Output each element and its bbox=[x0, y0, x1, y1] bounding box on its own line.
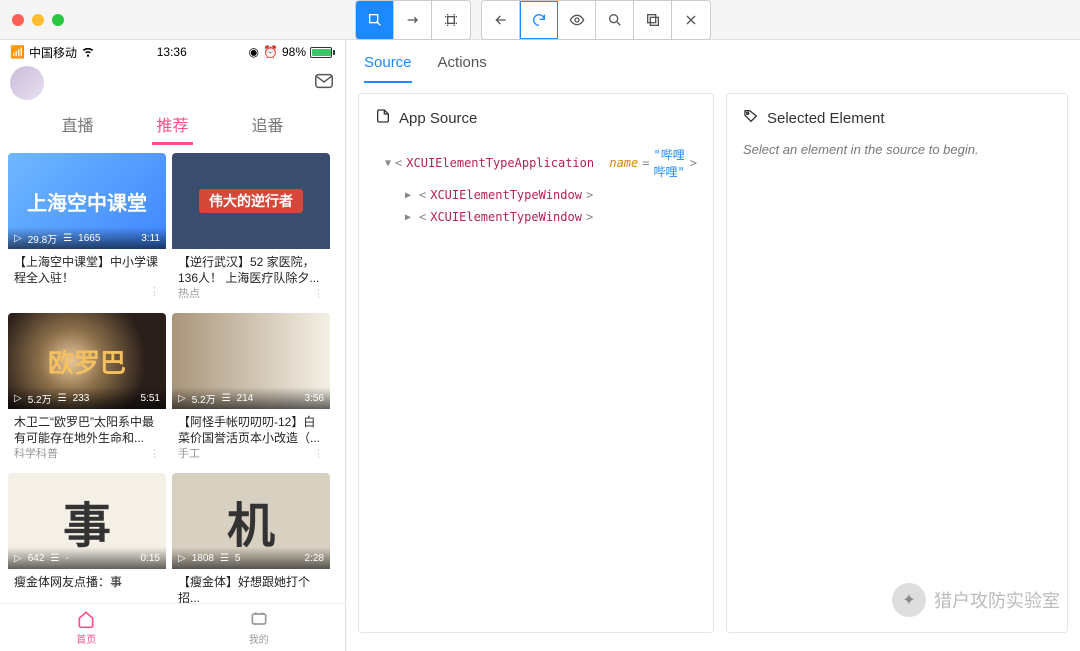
app-window: 📶 中国移动 13:36 ◉ ⏰ 98% 直播 推荐 追番 bbox=[0, 0, 1080, 651]
wechat-icon: ✦ bbox=[892, 583, 926, 617]
nav-home[interactable]: 首页 bbox=[76, 609, 96, 646]
video-card[interactable]: ▷5.2万☰2143:56 【阿怪手帐叨叨叨-12】白菜价国誉活页本小改造（..… bbox=[172, 313, 330, 467]
more-icon[interactable]: ⋮ bbox=[149, 285, 160, 298]
status-bar: 📶 中国移动 13:36 ◉ ⏰ 98% bbox=[0, 40, 345, 60]
video-card[interactable]: 欧罗巴 ▷5.2万☰2335:51 木卫二“欧罗巴”太阳系中最有可能存在地外生命… bbox=[8, 313, 166, 467]
tag-icon bbox=[743, 108, 759, 128]
inspector-pane: Source Actions App Source ▼<XCUIElementT… bbox=[346, 40, 1080, 651]
device-preview: 📶 中国移动 13:36 ◉ ⏰ 98% 直播 推荐 追番 bbox=[0, 40, 346, 651]
titlebar bbox=[0, 0, 1080, 40]
more-icon[interactable]: ⋮ bbox=[313, 287, 324, 300]
tap-coords-button[interactable] bbox=[432, 1, 470, 39]
select-element-button[interactable] bbox=[356, 1, 394, 39]
inspector-tabs: Source Actions bbox=[358, 40, 1068, 83]
close-window-button[interactable] bbox=[12, 14, 24, 26]
battery-icon bbox=[310, 47, 335, 58]
clock-label: 13:36 bbox=[157, 45, 187, 59]
video-card[interactable]: 伟大的逆行者 【逆行武汉】52 家医院，136人！ 上海医疗队除夕... 热点⋮ bbox=[172, 153, 330, 307]
tab-recommend[interactable]: 推荐 bbox=[152, 106, 192, 145]
header-row bbox=[0, 60, 345, 106]
tree-node[interactable]: ▶<XCUIElementTypeWindow> bbox=[375, 184, 697, 206]
bottom-nav: 首页 我的 bbox=[0, 603, 345, 651]
video-grid[interactable]: 上海空中课堂 ▷29.8万☰16653:11 【上海空中课堂】中小学课程全入驻！… bbox=[0, 145, 345, 605]
copy-button[interactable] bbox=[634, 1, 672, 39]
alarm-icon: ⏰ bbox=[263, 45, 278, 59]
video-card[interactable]: 机 ▷1808☰52:28 【瘦金体】好想跟她打个招... bbox=[172, 473, 330, 605]
more-icon[interactable]: ⋮ bbox=[149, 447, 160, 460]
video-card[interactable]: 上海空中课堂 ▷29.8万☰16653:11 【上海空中课堂】中小学课程全入驻！… bbox=[8, 153, 166, 307]
refresh-button[interactable] bbox=[520, 1, 558, 39]
close-button[interactable] bbox=[672, 1, 710, 39]
app-source-panel: App Source ▼<XCUIElementTypeApplication … bbox=[358, 93, 714, 633]
avatar[interactable] bbox=[10, 66, 44, 100]
selected-element-heading: Selected Element bbox=[767, 110, 885, 127]
app-source-heading: App Source bbox=[399, 110, 477, 127]
selected-hint: Select an element in the source to begin… bbox=[743, 142, 1051, 157]
zoom-window-button[interactable] bbox=[52, 14, 64, 26]
search-button[interactable] bbox=[596, 1, 634, 39]
content-tabs: 直播 推荐 追番 bbox=[0, 106, 345, 145]
tree-node[interactable]: ▶<XCUIElementTypeWindow> bbox=[375, 206, 697, 228]
swipe-button[interactable] bbox=[394, 1, 432, 39]
file-icon bbox=[375, 108, 391, 128]
selected-element-panel: Selected Element Select an element in th… bbox=[726, 93, 1068, 633]
signal-icon: 📶 bbox=[10, 45, 25, 59]
battery-percent: 98% bbox=[282, 45, 306, 59]
tab-source[interactable]: Source bbox=[364, 54, 412, 83]
tree-node-root[interactable]: ▼<XCUIElementTypeApplication name="哔哩哔哩"… bbox=[375, 142, 697, 184]
back-button[interactable] bbox=[482, 1, 520, 39]
tab-live[interactable]: 直播 bbox=[57, 106, 97, 145]
main-area: 📶 中国移动 13:36 ◉ ⏰ 98% 直播 推荐 追番 bbox=[0, 40, 1080, 651]
location-icon: ◉ bbox=[249, 45, 259, 59]
source-tree[interactable]: ▼<XCUIElementTypeApplication name="哔哩哔哩"… bbox=[375, 142, 697, 228]
minimize-window-button[interactable] bbox=[32, 14, 44, 26]
toolbar bbox=[355, 0, 721, 40]
window-controls bbox=[12, 14, 64, 26]
eye-icon-button[interactable] bbox=[558, 1, 596, 39]
tab-actions[interactable]: Actions bbox=[438, 54, 487, 83]
mail-icon[interactable] bbox=[313, 70, 335, 97]
tab-follow[interactable]: 追番 bbox=[247, 106, 287, 145]
nav-mine[interactable]: 我的 bbox=[249, 609, 269, 646]
more-icon[interactable]: ⋮ bbox=[313, 447, 324, 460]
carrier-label: 中国移动 bbox=[29, 44, 77, 61]
watermark: ✦ 猎户攻防实验室 bbox=[892, 583, 1060, 617]
wifi-icon bbox=[81, 44, 95, 61]
video-card[interactable]: 事 ▷642☰-0:15 瘦金体网友点播：事 bbox=[8, 473, 166, 605]
